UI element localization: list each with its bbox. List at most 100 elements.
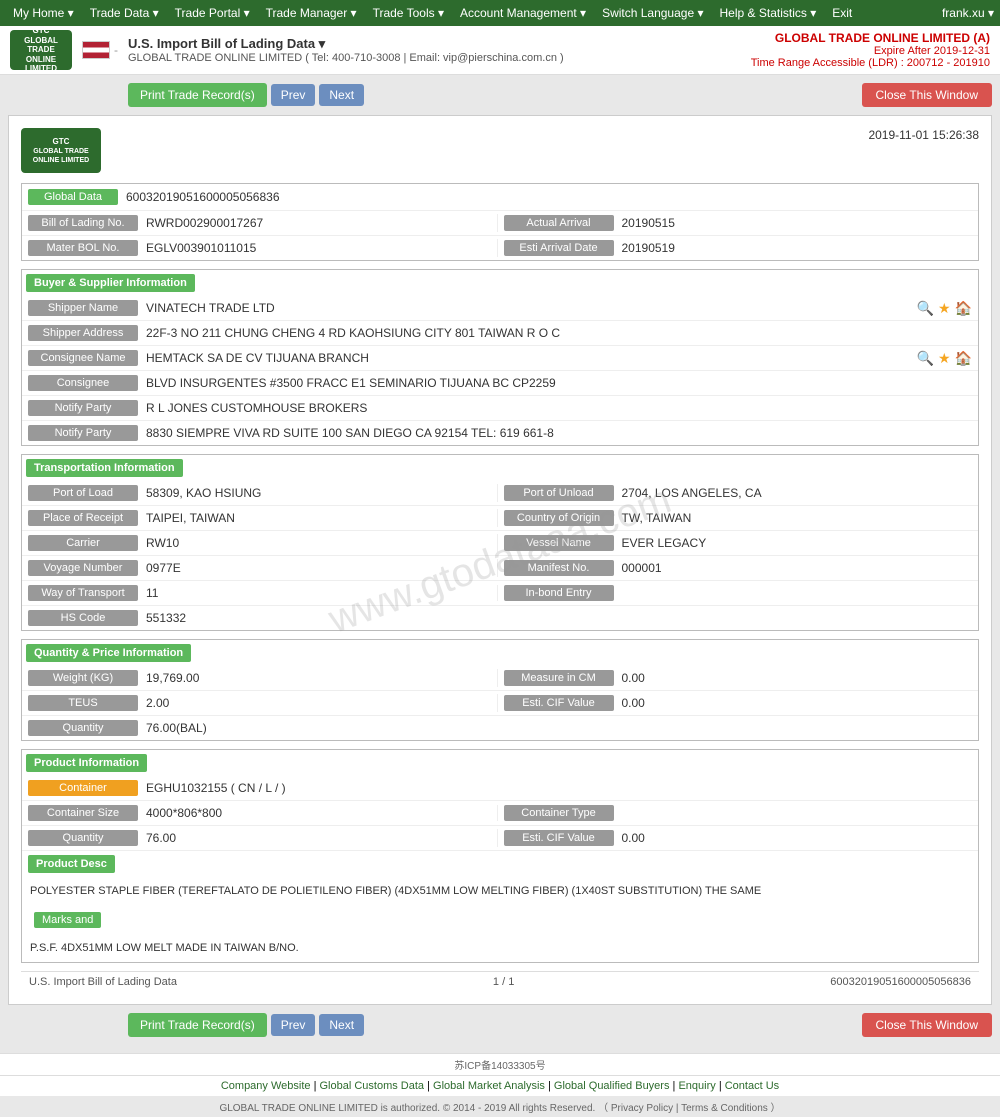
footer-link-company[interactable]: Company Website — [221, 1080, 311, 1092]
star-icon-2[interactable]: ★ — [938, 350, 951, 367]
global-data-label: Global Data — [28, 189, 118, 205]
home-icon-2[interactable]: 🏠 — [955, 350, 972, 367]
footer-link-contact[interactable]: Contact Us — [725, 1080, 779, 1092]
quantity-price-section: Quantity & Price Information Weight (KG)… — [21, 639, 979, 741]
product-info-title: Product Information — [26, 754, 147, 772]
port-load-col: Port of Load 58309, KAO HSIUNG — [28, 484, 497, 502]
bottom-toolbar-right: Close This Window — [862, 1013, 992, 1037]
footer-link-market[interactable]: Global Market Analysis — [433, 1080, 545, 1092]
header-brand: GLOBAL TRADE ONLINE LIMITED (A) — [751, 31, 990, 45]
header-time-range: Time Range Accessible (LDR) : 200712 - 2… — [751, 57, 990, 69]
search-icon[interactable]: 🔍 — [917, 300, 934, 317]
footer-links: Company Website | Global Customs Data | … — [0, 1075, 1000, 1096]
way-transport-value: 11 — [138, 584, 497, 602]
container-type-value — [614, 811, 973, 815]
consignee-value: BLVD INSURGENTES #3500 FRACC E1 SEMINARI… — [138, 374, 972, 392]
actual-arrival-label: Actual Arrival — [504, 215, 614, 231]
footer-link-enquiry[interactable]: Enquiry — [678, 1080, 715, 1092]
nav-help[interactable]: Help & Statistics ▾ — [713, 2, 824, 24]
inbond-entry-value — [614, 591, 973, 595]
shipper-name-value: VINATECH TRADE LTD — [138, 299, 917, 317]
nav-exit[interactable]: Exit — [825, 2, 859, 24]
star-icon[interactable]: ★ — [938, 300, 951, 317]
header-expire: Expire After 2019-12-31 — [751, 45, 990, 57]
footer-link-customs[interactable]: Global Customs Data — [320, 1080, 425, 1092]
nav-account-management[interactable]: Account Management ▾ — [453, 2, 593, 24]
print-bottom-button[interactable]: Print Trade Record(s) — [128, 1013, 267, 1037]
nav-trade-portal[interactable]: Trade Portal ▾ — [168, 2, 257, 24]
close-bottom-button[interactable]: Close This Window — [862, 1013, 992, 1037]
product-info-section: Product Information Container EGHU103215… — [21, 749, 979, 963]
port-load-label: Port of Load — [28, 485, 138, 501]
home-icon[interactable]: 🏠 — [955, 300, 972, 317]
consignee-row: Consignee BLVD INSURGENTES #3500 FRACC E… — [22, 371, 978, 396]
product-desc-title: Product Desc — [28, 855, 115, 873]
manifest-col: Manifest No. 000001 — [497, 559, 973, 577]
print-top-button[interactable]: Print Trade Record(s) — [128, 83, 267, 107]
search-icon-2[interactable]: 🔍 — [917, 350, 934, 367]
consignee-name-row: Consignee Name HEMTACK SA DE CV TIJUANA … — [22, 346, 978, 371]
product-qty-label: Quantity — [28, 830, 138, 846]
flag-separator: - — [114, 43, 118, 57]
footer-link-buyers[interactable]: Global Qualified Buyers — [554, 1080, 670, 1092]
nav-username[interactable]: frank.xu ▾ — [942, 6, 994, 20]
shipper-name-label: Shipper Name — [28, 300, 138, 316]
next-top-button[interactable]: Next — [319, 84, 364, 106]
nav-my-home[interactable]: My Home ▾ — [6, 2, 81, 24]
country-origin-col: Country of Origin TW, TAIWAN — [497, 509, 973, 527]
shipper-address-row: Shipper Address 22F-3 NO 211 CHUNG CHENG… — [22, 321, 978, 346]
global-data-row: Global Data 60032019051600005056836 — [22, 184, 978, 211]
site-contact: GLOBAL TRADE ONLINE LIMITED ( Tel: 400-7… — [128, 52, 564, 64]
inbond-entry-label: In-bond Entry — [504, 585, 614, 601]
buyer-supplier-section: Buyer & Supplier Information Shipper Nam… — [21, 269, 979, 446]
product-qty-cif-row: Quantity 76.00 Esti. CIF Value 0.00 — [22, 826, 978, 851]
buyer-supplier-title: Buyer & Supplier Information — [26, 274, 195, 292]
prev-top-button[interactable]: Prev — [271, 84, 316, 106]
bottom-toolbar-center: Print Trade Record(s) Prev Next — [128, 1013, 364, 1037]
global-data-value: 60032019051600005056836 — [118, 188, 288, 206]
notify-party-2-row: Notify Party 8830 SIEMPRE VIVA RD SUITE … — [22, 421, 978, 445]
esti-arrival-value: 20190519 — [614, 239, 973, 257]
shipper-name-row: Shipper Name VINATECH TRADE LTD 🔍 ★ 🏠 — [22, 296, 978, 321]
nav-switch-language[interactable]: Switch Language ▾ — [595, 2, 710, 24]
marks-label-row: Marks and — [22, 906, 978, 934]
carrier-label: Carrier — [28, 535, 138, 551]
teus-cif-row: TEUS 2.00 Esti. CIF Value 0.00 — [22, 691, 978, 716]
voyage-col: Voyage Number 0977E — [28, 559, 497, 577]
next-bottom-button[interactable]: Next — [319, 1014, 364, 1036]
marks-label: Marks and — [34, 912, 101, 928]
prev-bottom-button[interactable]: Prev — [271, 1014, 316, 1036]
shipper-address-value: 22F-3 NO 211 CHUNG CHENG 4 RD KAOHSIUNG … — [138, 324, 972, 342]
bol-value: RWRD002900017267 — [138, 214, 497, 232]
notify-party-1-row: Notify Party R L JONES CUSTOMHOUSE BROKE… — [22, 396, 978, 421]
port-unload-value: 2704, LOS ANGELES, CA — [614, 484, 973, 502]
esti-cif-label: Esti. CIF Value — [504, 695, 614, 711]
footer-copyright: GLOBAL TRADE ONLINE LIMITED is authorize… — [0, 1096, 1000, 1117]
way-transport-label: Way of Transport — [28, 585, 138, 601]
doc-footer-right: 60032019051600005056836 — [830, 976, 971, 988]
country-origin-value: TW, TAIWAN — [614, 509, 973, 527]
quantity-price-title: Quantity & Price Information — [26, 644, 191, 662]
nav-trade-data[interactable]: Trade Data ▾ — [83, 2, 166, 24]
close-top-button[interactable]: Close This Window — [862, 83, 992, 107]
container-size-value: 4000*806*800 — [138, 804, 497, 822]
carrier-col: Carrier RW10 — [28, 534, 497, 552]
toolbar-right: Close This Window — [862, 83, 992, 107]
product-cif-value: 0.00 — [614, 829, 973, 847]
product-qty-value: 76.00 — [138, 829, 497, 847]
teus-col: TEUS 2.00 — [28, 694, 497, 712]
consignee-label: Consignee — [28, 375, 138, 391]
hs-code-label: HS Code — [28, 610, 138, 626]
container-type-col: Container Type — [497, 805, 973, 821]
flag-area: - — [82, 41, 118, 59]
vessel-name-col: Vessel Name EVER LEGACY — [497, 534, 973, 552]
master-bol-row: Mater BOL No. EGLV003901011015 Esti Arri… — [22, 236, 978, 260]
doc-header: GTCGLOBAL TRADE ONLINE LIMITED 2019-11-0… — [21, 128, 979, 173]
nav-trade-manager[interactable]: Trade Manager ▾ — [259, 2, 364, 24]
bottom-toolbar: Print Trade Record(s) Prev Next Close Th… — [8, 1013, 992, 1037]
weight-label: Weight (KG) — [28, 670, 138, 686]
marks-value: P.S.F. 4DX51MM LOW MELT MADE IN TAIWAN B… — [22, 934, 978, 963]
nav-trade-tools[interactable]: Trade Tools ▾ — [366, 2, 451, 24]
doc-datetime: 2019-11-01 15:26:38 — [868, 128, 979, 142]
consignee-name-value: HEMTACK SA DE CV TIJUANA BRANCH — [138, 349, 917, 367]
